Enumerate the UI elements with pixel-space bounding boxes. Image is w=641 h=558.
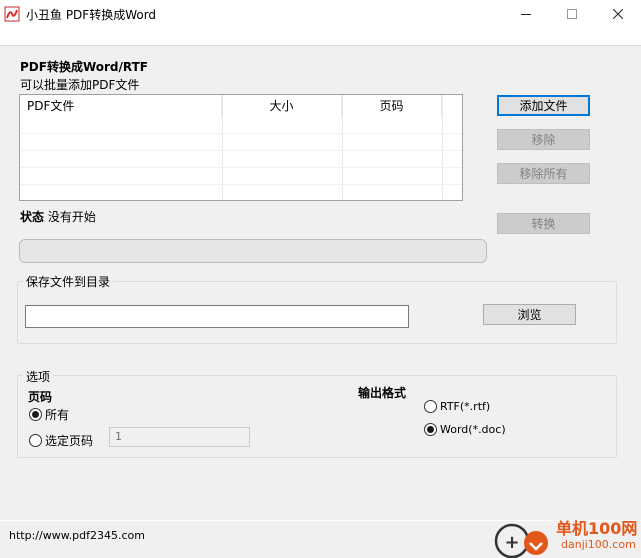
progress-bar (19, 239, 487, 263)
options-group-label: 选项 (23, 368, 54, 385)
pages-label: 页码 (28, 390, 53, 404)
output-format-label: 输出格式 (358, 386, 407, 400)
list-row (20, 117, 462, 134)
word-label: Word(*.doc) (440, 423, 506, 436)
rtf-label: RTF(*.rtf) (440, 400, 491, 413)
list-row (20, 168, 462, 185)
radio-dot (32, 411, 39, 418)
column-header-pages[interactable]: 页码 (342, 95, 442, 117)
list-row (20, 151, 462, 168)
page-subheading: 可以批量添加PDF文件 (20, 78, 140, 92)
word-radio[interactable] (424, 423, 437, 436)
maximize-icon (567, 9, 577, 19)
status-label: 状态 (20, 210, 45, 224)
radio-dot (427, 426, 434, 433)
status-line: 状态 没有开始 (20, 208, 96, 225)
word-radio-option[interactable]: Word(*.doc) (424, 423, 506, 436)
status-value: 没有开始 (47, 210, 96, 224)
column-header-size[interactable]: 大小 (222, 95, 342, 117)
options-group (17, 375, 617, 458)
rtf-radio-option[interactable]: RTF(*.rtf) (424, 400, 490, 413)
list-row (20, 134, 462, 151)
save-dir-group-label: 保存文件到目录 (23, 273, 114, 290)
watermark-subtext: danji100.com (561, 538, 636, 551)
all-pages-radio-option[interactable]: 所有 (29, 406, 69, 423)
all-pages-label: 所有 (45, 408, 70, 422)
maximize-button[interactable] (549, 0, 595, 28)
minimize-icon (521, 14, 531, 15)
selected-pages-label: 选定页码 (45, 434, 94, 448)
add-file-button[interactable]: 添加文件 (497, 95, 590, 116)
close-icon (613, 9, 623, 19)
rtf-radio[interactable] (424, 400, 437, 413)
watermark-text: 单机100网 (556, 519, 638, 538)
column-header-pdf-file[interactable]: PDF文件 (20, 95, 222, 117)
convert-button[interactable]: 转换 (497, 213, 590, 234)
page-heading: PDF转换成Word/RTF (20, 60, 148, 74)
browse-button[interactable]: 浏览 (483, 304, 576, 325)
remove-button[interactable]: 移除 (497, 129, 590, 150)
file-list[interactable]: PDF文件 大小 页码 (19, 94, 463, 201)
pdf-app-icon (4, 6, 20, 22)
website-link[interactable]: http://www.pdf2345.com (9, 529, 145, 542)
remove-all-button[interactable]: 移除所有 (497, 163, 590, 184)
selected-pages-input[interactable]: 1 (109, 427, 250, 447)
selected-pages-radio[interactable] (29, 434, 42, 447)
svg-text:+: + (504, 532, 519, 553)
minimize-button[interactable] (503, 0, 549, 28)
close-button[interactable] (595, 0, 641, 28)
file-list-header: PDF文件 大小 页码 (20, 95, 462, 117)
window-title: 小丑鱼 PDF转换成Word (26, 8, 157, 22)
watermark-logo-icon: + (494, 523, 548, 558)
selected-pages-radio-option[interactable]: 选定页码 (29, 432, 93, 449)
save-dir-input[interactable] (25, 305, 409, 328)
all-pages-radio[interactable] (29, 408, 42, 421)
